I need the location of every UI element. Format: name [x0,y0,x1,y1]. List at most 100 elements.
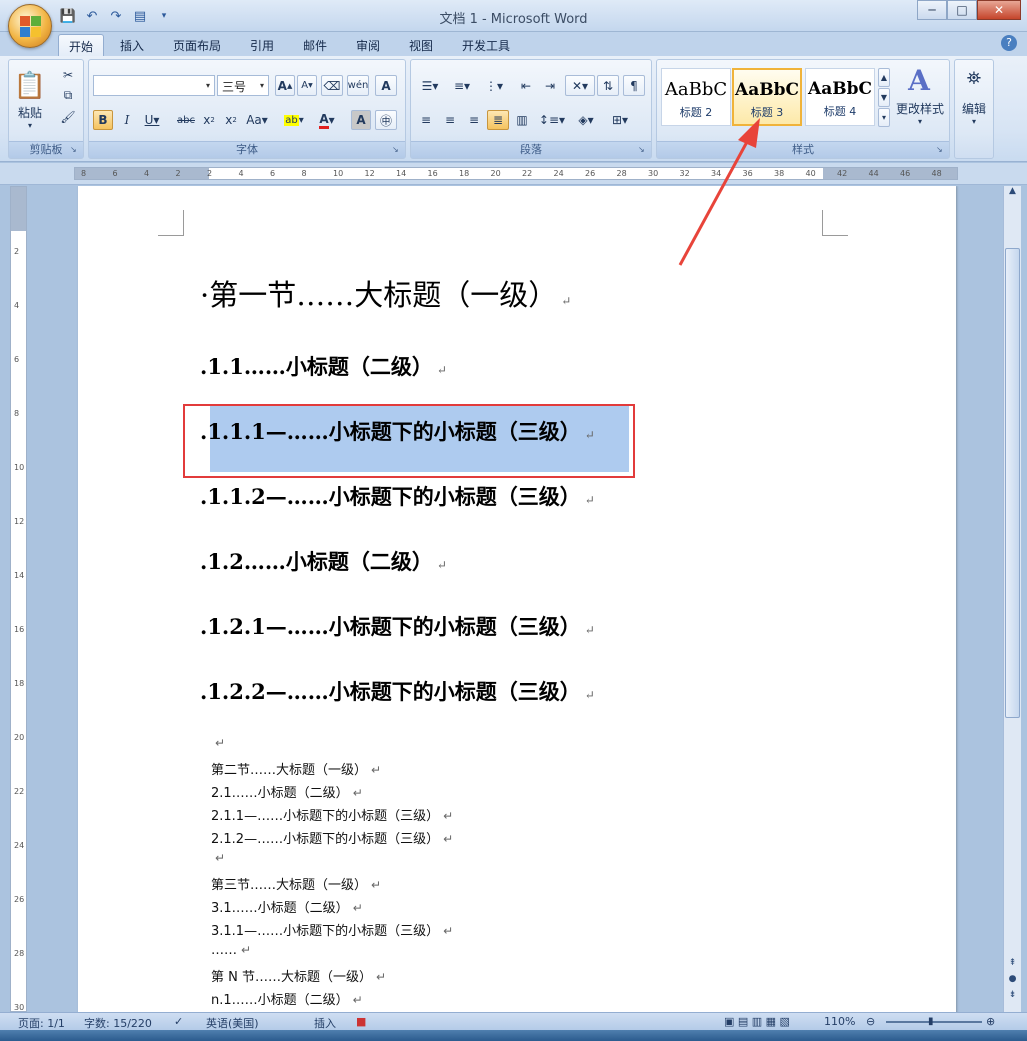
heading-level-3-line[interactable]: .1.1.2—……小标题下的小标题（三级） ↵ [200,481,595,511]
font-size-input[interactable]: 三号 ▾ [217,75,269,96]
clipboard-launcher-icon[interactable]: ↘ [70,145,80,155]
scrollbar-thumb[interactable] [1005,248,1020,718]
styles-launcher-icon[interactable]: ↘ [936,145,946,155]
body-line[interactable]: ↵ [211,851,225,866]
body-line[interactable]: 3.1……小标题（二级） ↵ [211,897,363,916]
clear-formatting-icon[interactable]: ⌫ [321,75,343,96]
bold-button[interactable]: B [93,110,113,130]
body-line[interactable]: 2.1.1—……小标题下的小标题（三级） ↵ [211,805,453,824]
view-buttons-icon[interactable]: ▣ ▤ ▥ ▦ ▧ [724,1015,790,1028]
character-shading-icon[interactable]: A [351,110,371,130]
heading-1-line[interactable]: ·第一节……大标题（一级） ↵ [200,272,571,314]
macro-record-icon[interactable]: ■ [356,1015,366,1028]
editing-button[interactable]: 编辑 [957,100,991,116]
body-line[interactable]: n.1……小标题（二级） ↵ [211,989,363,1008]
previous-page-icon[interactable]: ⇞ [1005,958,1020,974]
change-case-button[interactable]: Aa▾ [243,110,271,130]
document-area[interactable]: ·第一节……大标题（一级） ↵ .1.1……小标题（二级） ↵ .1.1.1—……小标… [32,186,1002,1012]
proofing-icon[interactable]: ✓ [174,1015,183,1028]
body-line[interactable]: 第二节……大标题（一级） ↵ [211,759,381,778]
paragraph-launcher-icon[interactable]: ↘ [638,145,648,155]
align-left-icon[interactable]: ≡ [415,110,437,130]
chinese-layout-icon[interactable]: ✕▾ [565,75,595,96]
tab-review[interactable]: 审阅 [346,34,390,56]
increase-indent-icon[interactable]: ⇥ [539,75,561,96]
multilevel-list-icon[interactable]: ⋮▾ [479,75,509,96]
document-page[interactable]: ·第一节……大标题（一级） ↵ .1.1……小标题（二级） ↵ .1.1.1—……小标… [78,186,956,1012]
grow-font-icon[interactable]: A ▲ [275,75,295,96]
paste-icon[interactable]: 📋 [13,64,47,108]
body-line[interactable]: 2.1……小标题（二级） ↵ [211,782,363,801]
format-painter-icon[interactable]: 🖌 [57,108,79,126]
scroll-up-icon[interactable]: ▲ [1005,186,1020,202]
show-marks-icon[interactable]: ¶ [623,75,645,96]
tab-page-layout[interactable]: 页面布局 [163,34,231,56]
tab-references[interactable]: 引用 [240,34,284,56]
heading-level-3-line[interactable]: .1.2.1—……小标题下的小标题（三级） ↵ [200,611,595,641]
style-heading-2[interactable]: AaBbC 标题 2 [661,68,731,126]
character-border-icon[interactable]: A [375,75,397,96]
paste-dropdown-icon[interactable]: ▾ [13,120,47,130]
close-button[interactable]: ✕ [977,0,1021,20]
zoom-slider[interactable] [886,1021,982,1023]
paste-button[interactable]: 粘贴 [13,104,47,120]
phonetic-guide-icon[interactable]: wén [347,75,369,96]
cut-icon[interactable]: ✂ [57,66,79,84]
office-button[interactable] [8,4,52,48]
decrease-indent-icon[interactable]: ⇤ [515,75,537,96]
minimize-button[interactable]: ─ [917,0,947,20]
enclose-characters-icon[interactable]: ㊥ [375,110,397,130]
zoom-slider-thumb[interactable]: ▮ [928,1016,934,1027]
superscript-button[interactable]: x2 [221,110,241,130]
tab-developer[interactable]: 开发工具 [452,34,520,56]
horizontal-ruler[interactable]: 8 6 4 2 2 4 6 8 10 12 14 16 18 20 22 24 26 28 30 32 34 36 38 40… [0,163,1027,185]
body-line[interactable]: 3.1.1—……小标题下的小标题（三级） ↵ [211,920,453,939]
body-line[interactable]: 2.1.2—……小标题下的小标题（三级） ↵ [211,828,453,847]
status-word-count[interactable]: 字数: 15/220 [84,1015,152,1031]
change-styles-button[interactable]: 更改样式 [893,100,947,116]
styles-more-icon[interactable]: ▾ [878,108,890,127]
justify-icon[interactable]: ≣ [487,110,509,130]
status-page[interactable]: 页面: 1/1 [18,1015,65,1031]
tab-home[interactable]: 开始 [58,34,105,56]
zoom-out-icon[interactable]: ⊖ [866,1015,875,1028]
help-icon[interactable]: ? [1001,35,1017,51]
zoom-in-icon[interactable]: ⊕ [986,1015,995,1028]
heading-level-2-line[interactable]: .1.1……小标题（二级） ↵ [200,351,447,381]
sort-icon[interactable]: ⇅ [597,75,619,96]
strikethrough-button[interactable]: abc [175,110,197,130]
align-right-icon[interactable]: ≡ [463,110,485,130]
line-spacing-icon[interactable]: ↕≡▾ [537,110,567,130]
font-name-dropdown-icon[interactable]: ▾ [202,76,214,95]
maximize-button[interactable]: □ [947,0,977,20]
change-styles-dropdown-icon[interactable]: ▾ [893,116,947,126]
binoculars-icon[interactable]: ⛯ [959,64,989,92]
next-page-icon[interactable]: ⇟ [1005,990,1020,1006]
change-styles-icon[interactable]: A [897,64,941,97]
status-language[interactable]: 英语(美国) [206,1015,259,1031]
tab-mailings[interactable]: 邮件 [293,34,337,56]
body-line[interactable]: 第三节……大标题（一级） ↵ [211,874,381,893]
font-color-button[interactable]: A ▾ [313,110,341,130]
heading-level-2-line[interactable]: .1.2……小标题（二级） ↵ [200,546,447,576]
style-heading-4[interactable]: AaBbC 标题 4 [805,68,875,126]
bullets-icon[interactable]: ☰▾ [415,75,445,96]
heading-level-3-line[interactable]: .1.2.2—……小标题下的小标题（三级） ↵ [200,676,595,706]
tab-view[interactable]: 视图 [399,34,443,56]
style-heading-3[interactable]: AaBbC 标题 3 [732,68,802,126]
font-launcher-icon[interactable]: ↘ [392,145,402,155]
distributed-icon[interactable]: ▥ [511,110,533,130]
vertical-scrollbar[interactable]: ▲ ⇞ ● ⇟ [1003,186,1021,1012]
styles-scroll-up-icon[interactable]: ▲ [878,68,890,87]
body-line[interactable]: ↵ [211,736,225,751]
status-zoom[interactable]: 110% [824,1015,855,1028]
underline-button[interactable]: U▾ [139,110,165,130]
numbering-icon[interactable]: ≡▾ [447,75,477,96]
vertical-ruler[interactable]: 2 4 6 8 10 12 14 16 18 20 22 24 26 28 30 [10,186,27,1012]
horizontal-ruler-strip[interactable]: 8 6 4 2 2 4 6 8 10 12 14 16 18 20 22 24 26 28 30 32 34 36 38 40… [74,167,958,180]
browse-object-icon[interactable]: ● [1005,974,1020,990]
font-size-dropdown-icon[interactable]: ▾ [256,76,268,95]
styles-scroll-down-icon[interactable]: ▼ [878,88,890,107]
body-line[interactable]: …… ↵ [211,943,251,958]
editing-dropdown-icon[interactable]: ▾ [957,116,991,126]
